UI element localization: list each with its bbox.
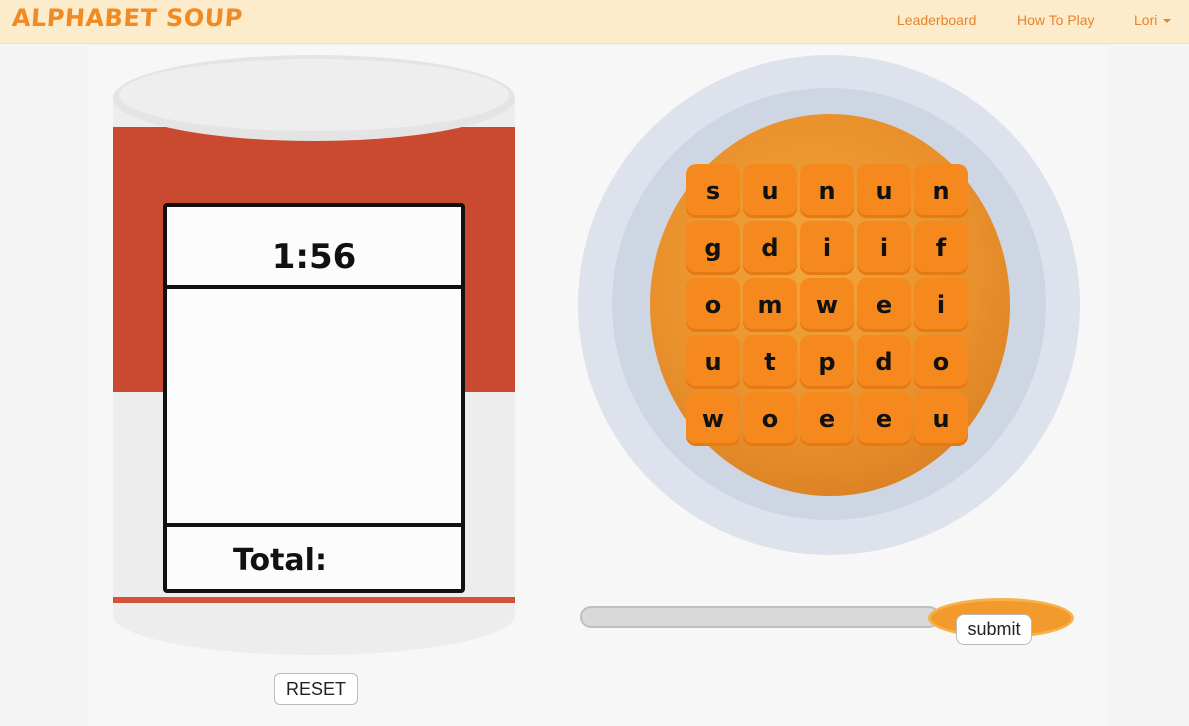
letter-tile[interactable]: p [800,335,854,389]
nav-link-leaderboard[interactable]: Leaderboard [897,12,976,28]
letter-tile[interactable]: u [857,164,911,218]
user-menu[interactable]: Lori [1134,12,1172,28]
letter-tile[interactable]: e [857,392,911,446]
letter-tile[interactable]: n [800,164,854,218]
letter-tile[interactable]: i [800,221,854,275]
letter-tile[interactable]: w [686,392,740,446]
timer: 1:56 [271,237,357,277]
letter-tile[interactable]: o [914,335,968,389]
letter-tile[interactable]: u [914,392,968,446]
letter-tile[interactable]: d [743,221,797,275]
top-navbar: ALPHABET SOUP Leaderboard How To Play Lo… [0,0,1189,44]
letter-tile[interactable]: u [686,335,740,389]
reset-button[interactable]: RESET [274,673,358,705]
label-divider-bottom [163,523,465,527]
soup-can: 1:56 Total: [113,55,515,655]
letter-tile[interactable]: o [686,278,740,332]
letter-tile[interactable]: i [914,278,968,332]
caret-down-icon [1163,19,1172,24]
letter-tile[interactable]: d [857,335,911,389]
letter-tile[interactable]: g [686,221,740,275]
letter-tile[interactable]: o [743,392,797,446]
total-label: Total: [233,543,327,578]
letter-tile[interactable]: s [686,164,740,218]
label-divider-top [163,285,465,289]
letter-tile[interactable]: f [914,221,968,275]
can-label: 1:56 Total: [163,203,465,593]
brand-logo[interactable]: ALPHABET SOUP [11,4,244,32]
nav-link-how-to-play[interactable]: How To Play [1017,12,1095,28]
letter-grid: s u n u n g d i i f o m w e i u t p d o … [686,164,976,446]
letter-tile[interactable]: e [857,278,911,332]
letter-tile[interactable]: n [914,164,968,218]
letter-tile[interactable]: u [743,164,797,218]
letter-tile[interactable]: i [857,221,911,275]
spoon-handle [580,606,940,628]
submit-button[interactable]: submit [956,614,1032,645]
letter-tile[interactable]: t [743,335,797,389]
letter-tile[interactable]: e [800,392,854,446]
letter-tile[interactable]: w [800,278,854,332]
can-lid [119,59,509,131]
letter-tile[interactable]: m [743,278,797,332]
can-bottom-stripe [113,597,515,603]
user-name: Lori [1134,12,1158,28]
